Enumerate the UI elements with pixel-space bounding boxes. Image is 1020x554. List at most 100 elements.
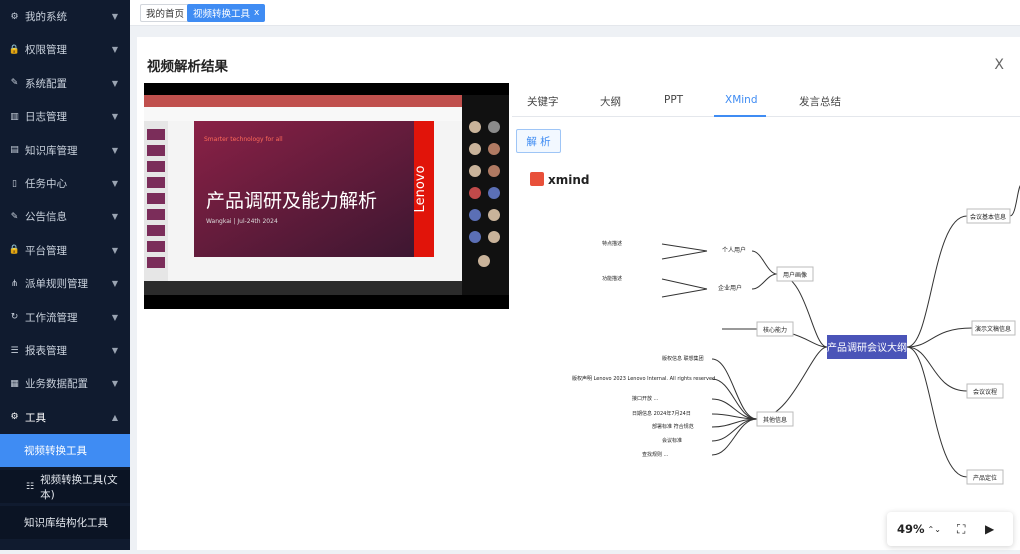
parse-button[interactable]: 解 析 <box>516 129 561 153</box>
sidebar-item-label: 我的系统 <box>25 11 67 23</box>
tab-speech-summary[interactable]: 发言总结 <box>799 94 841 109</box>
mindmap-svg: xmind 产品调研会议大纲 用户画像 核心能力 其他信息 个人用户 企业用户 … <box>530 172 1020 485</box>
clipboard-icon: ▯ <box>12 178 17 189</box>
sidebar-item-0[interactable]: ⚙ 我的系统 ▼ <box>0 0 130 33</box>
zoom-stepper-icon[interactable]: ⌃⌄ <box>928 525 941 534</box>
wrench-icon: ✎ <box>10 78 19 89</box>
branch-meeting-basic[interactable]: 会议基本信息 <box>970 213 1006 221</box>
leaf-copyright-info[interactable]: 版权信息 联想集团 <box>662 355 704 362</box>
video-player[interactable]: Lenovo Smarter technology for all 产品调研及能… <box>144 83 509 309</box>
tag-current[interactable]: 视频转换工具 x <box>187 4 266 22</box>
sidebar-item-10[interactable]: ☰ 报表管理 ▼ <box>0 334 130 367</box>
sidebar-item-7[interactable]: 🔒 平台管理 ▼ <box>0 234 130 267</box>
leaf-deploy-standard[interactable]: 部署标准 符合规范 <box>652 423 694 430</box>
leaf-feature-desc[interactable]: 特点描述 <box>602 240 622 247</box>
gear-icon: ⚙ <box>10 412 19 423</box>
sidebar-item-label: 平台管理 <box>25 244 67 257</box>
sidebar-item-label: 派单规则管理 <box>25 278 88 291</box>
sidebar-item-label: 报表管理 <box>25 345 67 357</box>
result-panel: 视频解析结果 X Lenovo Smarter technology for a… <box>137 37 1020 550</box>
branch-user-profile[interactable]: 用户画像 <box>783 271 807 279</box>
sidebar-subitem-0[interactable]: 视频转换工具 <box>0 434 130 467</box>
sidebar-item-label: 系统配置 <box>25 77 67 90</box>
slide-banner: Smarter technology for all <box>204 136 283 143</box>
chevron-down-icon: ▼ <box>111 379 118 389</box>
slide-author: Wangkai | Jul-24th 2024 <box>206 218 278 225</box>
leaf-lookup-rule[interactable]: 查找规则 ... <box>642 451 669 458</box>
gear-icon: ⚙ <box>10 11 19 22</box>
xmind-icon <box>530 172 544 186</box>
chevron-down-icon: ▼ <box>111 78 118 88</box>
video-frame: Lenovo Smarter technology for all 产品调研及能… <box>144 83 509 309</box>
branch-core-capability[interactable]: 核心能力 <box>763 326 787 334</box>
leaf-copyright-statement[interactable]: 版权声明 Lenovo 2023 Lenovo Internal. All ri… <box>572 375 715 382</box>
sidebar-item-4[interactable]: ▤ 知识库管理 ▼ <box>0 134 130 167</box>
chevron-down-icon: ▼ <box>111 212 118 222</box>
sidebar-item-label: 权限管理 <box>25 44 67 57</box>
mindmap-root-label: 产品调研会议大纲 <box>827 341 907 354</box>
zoom-level[interactable]: 49% <box>897 522 925 536</box>
sidebar-item-9[interactable]: ↻ 工作流管理 ▼ <box>0 301 130 334</box>
sidebar-item-3[interactable]: ▥ 日志管理 ▼ <box>0 100 130 133</box>
chevron-down-icon: ▼ <box>111 112 118 122</box>
sidebar-item-label: 知识库管理 <box>25 144 78 157</box>
sidebar-item-label: 任务中心 <box>25 178 67 190</box>
sidebar-subitem-label: 视频转换工具 <box>24 445 87 457</box>
chevron-down-icon: ▼ <box>111 179 118 188</box>
sidebar-subitem-1[interactable]: ☷ 视频转换工具(文本) <box>0 470 130 503</box>
sidebar-item-12[interactable]: ⚙ 工具 ▲ <box>0 401 130 434</box>
tab-outline[interactable]: 大纲 <box>600 94 621 109</box>
tag-current-label: 视频转换工具 <box>193 9 251 20</box>
list-icon: ☰ <box>10 345 19 356</box>
chevron-down-icon: ▼ <box>111 312 118 322</box>
tag-home[interactable]: 我的首页 <box>140 4 191 22</box>
close-icon[interactable]: X <box>994 57 1004 73</box>
chevron-down-icon: ▼ <box>111 12 118 21</box>
edit-icon: ✎ <box>10 211 19 222</box>
list-icon: ☷ <box>26 481 35 492</box>
sidebar-item-6[interactable]: ✎ 公告信息 ▼ <box>0 200 130 233</box>
fullscreen-icon[interactable]: ⛶ <box>957 522 965 537</box>
leaf-meeting-standard[interactable]: 会议标准 <box>662 437 682 444</box>
sidebar-item-2[interactable]: ✎ 系统配置 ▼ <box>0 67 130 100</box>
lock-icon: 🔒 <box>8 245 21 256</box>
leaf-personal-user[interactable]: 个人用户 <box>722 246 746 254</box>
chevron-down-icon: ▼ <box>111 145 118 155</box>
branch-other-info[interactable]: 其他信息 <box>763 416 787 424</box>
branch-agenda[interactable]: 会议议程 <box>973 388 997 396</box>
play-icon[interactable]: ▶ <box>985 522 994 536</box>
leaf-date-info[interactable]: 日期信息 2024年7月24日 <box>632 410 691 417</box>
tab-ppt[interactable]: PPT <box>664 94 683 106</box>
sidebar-subitem-2[interactable]: 知识库结构化工具 <box>0 506 130 539</box>
book-icon: ▤ <box>10 145 19 156</box>
sidebar: ⚙ 我的系统 ▼ 🔒 权限管理 ▼ ✎ 系统配置 ▼ ▥ 日志管理 ▼ ▤ 知识库管理 ▼ ▯ 任务中心 ▼ ✎ 公告… <box>0 0 130 550</box>
tab-xmind[interactable]: XMind <box>725 94 758 106</box>
sidebar-item-11[interactable]: ▦ 业务数据配置 ▼ <box>0 367 130 400</box>
leaf-open-interface[interactable]: 接口开放 ... <box>632 395 659 402</box>
sidebar-subitem-label: 视频转换工具(文本) <box>40 473 118 501</box>
leaf-enterprise-user[interactable]: 企业用户 <box>718 284 742 292</box>
result-tabs: 关键字 大纲 PPT XMind 发言总结 <box>512 87 1020 117</box>
sidebar-item-label: 工具 <box>25 411 46 424</box>
cycle-icon: ↻ <box>10 312 19 323</box>
document-icon: ▦ <box>10 378 19 389</box>
chevron-down-icon: ▼ <box>111 245 118 255</box>
branch-slides-info[interactable]: 演示文稿信息 <box>975 325 1011 333</box>
bar-chart-icon: ▥ <box>10 111 19 122</box>
sidebar-item-1[interactable]: 🔒 权限管理 ▼ <box>0 33 130 66</box>
mindmap-canvas[interactable]: xmind 产品调研会议大纲 用户画像 核心能力 其他信息 个人用户 企业用户 … <box>512 159 1020 550</box>
sidebar-item-label: 工作流管理 <box>25 311 78 324</box>
chevron-down-icon: ▼ <box>111 45 118 55</box>
tab-keywords[interactable]: 关键字 <box>527 94 559 109</box>
close-icon[interactable]: x <box>254 8 259 18</box>
chevron-up-icon: ▲ <box>111 412 118 422</box>
branch-product-position[interactable]: 产品定位 <box>973 474 997 482</box>
sidebar-item-5[interactable]: ▯ 任务中心 ▼ <box>0 167 130 200</box>
chevron-down-icon: ▼ <box>111 279 118 289</box>
chevron-down-icon: ▼ <box>111 346 118 355</box>
sidebar-item-label: 业务数据配置 <box>25 378 88 391</box>
leaf-function-desc[interactable]: 功能描述 <box>602 275 622 282</box>
sidebar-item-label: 公告信息 <box>25 211 67 224</box>
sidebar-subitem-label: 知识库结构化工具 <box>24 517 108 529</box>
sidebar-item-8[interactable]: ⋔ 派单规则管理 ▼ <box>0 267 130 300</box>
